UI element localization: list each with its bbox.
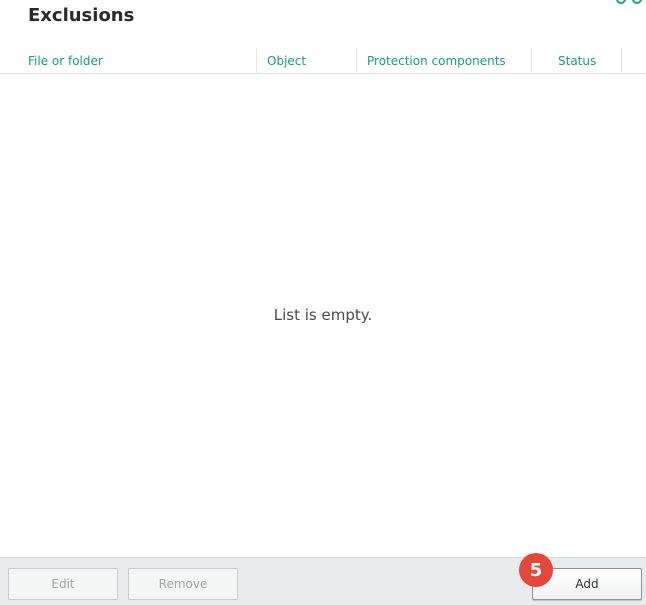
column-header-status[interactable]: Status — [532, 48, 622, 73]
column-header-protection-components[interactable]: Protection components — [357, 48, 532, 73]
exclusions-list: List is empty. — [0, 74, 646, 557]
empty-list-message: List is empty. — [273, 306, 373, 324]
top-right-icons — [616, 0, 642, 4]
page-title: Exclusions — [28, 5, 135, 26]
settings-icon[interactable] — [632, 0, 642, 4]
column-header-file-or-folder[interactable]: File or folder — [0, 48, 257, 73]
column-header-object[interactable]: Object — [257, 48, 357, 73]
table-header: File or folder Object Protection compone… — [0, 48, 646, 74]
exclusions-window: Exclusions File or folder Object Protect… — [0, 0, 646, 605]
edit-button[interactable]: Edit — [8, 568, 118, 600]
remove-button[interactable]: Remove — [128, 568, 238, 600]
help-icon[interactable] — [616, 0, 626, 4]
step-badge: 5 — [519, 553, 553, 587]
